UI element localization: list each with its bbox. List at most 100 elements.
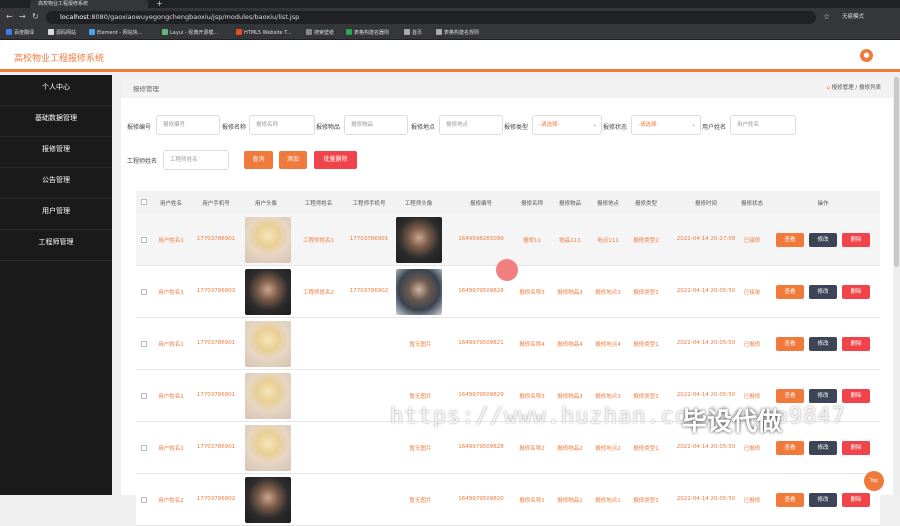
delete-button[interactable]: 删除: [842, 441, 870, 455]
cell-time: 2022-04-14 20:05:50: [676, 392, 736, 398]
delete-button[interactable]: 删除: [842, 389, 870, 403]
scrollbar-thumb[interactable]: [894, 77, 899, 267]
bookmark-item[interactable]: Layui - 经典开源模...: [162, 29, 218, 36]
cell-status: 已报修: [743, 342, 761, 348]
view-button[interactable]: 查看: [776, 233, 804, 247]
cell-phone: 17703786902: [196, 496, 236, 502]
url-field[interactable]: localhost:8080/gaoxiaowuyegongchengbaoxi…: [46, 11, 816, 24]
bookmark-item[interactable]: 表格构建名器则: [346, 29, 389, 36]
view-button[interactable]: 查看: [776, 389, 804, 403]
cell-time: 2022-04-14 20:05:50: [676, 444, 736, 450]
view-button[interactable]: 查看: [776, 337, 804, 351]
row-checkbox[interactable]: [141, 445, 147, 451]
breadcrumb: ⌂ 报修管理 / 报修列表: [826, 83, 881, 91]
user-name-input[interactable]: 用户姓名: [730, 115, 796, 135]
repair-name-input[interactable]: 报修名称: [249, 115, 315, 135]
bookmark-item[interactable]: 首页: [404, 29, 422, 36]
table-row[interactable]: 用户姓名2 17703786902 1649979509820 报修名称1 报修物品1 报…: [136, 474, 880, 526]
edit-button[interactable]: 修改: [809, 337, 837, 351]
bookmark-item[interactable]: HTML5 Website T...: [236, 29, 291, 36]
sidebar-item-engineers[interactable]: 工程师管理: [0, 230, 112, 261]
back-to-top-button[interactable]: Top: [864, 471, 884, 491]
filter-label-item: 报修物品: [316, 124, 341, 131]
repair-status-select[interactable]: -请选择- ⌄: [631, 115, 701, 135]
edit-button[interactable]: 修改: [809, 285, 837, 299]
back-icon[interactable]: ←: [6, 12, 13, 21]
bookmark-item[interactable]: 搜索壁纸: [306, 29, 334, 36]
cell-name: 报修名称3: [519, 394, 545, 400]
cell-type: 报修类型1: [633, 498, 659, 504]
sidebar-item-notice[interactable]: 公告管理: [0, 168, 112, 199]
delete-button[interactable]: 删除: [842, 233, 870, 247]
repair-no-input[interactable]: 报修编号: [156, 115, 220, 135]
breadcrumb-text: 报修管理 / 报修列表: [831, 85, 881, 91]
table-row[interactable]: 用户姓名1 17703786901 1649979509821 报修名称4 报修物品4 报…: [136, 318, 880, 370]
browser-tab[interactable]: 高校物业工程报修系统: [30, 0, 148, 8]
edit-button[interactable]: 修改: [809, 493, 837, 507]
delete-button[interactable]: 删除: [842, 337, 870, 351]
repair-status-value: -请选择-: [638, 122, 659, 128]
cell-name: 报修名称4: [519, 342, 545, 348]
cell-type: 报修类型1: [633, 342, 659, 348]
search-button[interactable]: 查询: [244, 151, 273, 169]
cell-item: 报修物品3: [557, 394, 583, 400]
cell-type: 报修类型2: [633, 394, 659, 400]
cell-name: 报修名称2: [519, 446, 545, 452]
bookmark-item[interactable]: 源码网站: [48, 29, 76, 36]
column-header: 报修时间: [694, 201, 717, 207]
view-button[interactable]: 查看: [776, 441, 804, 455]
user-avatar: [245, 425, 291, 471]
cell-status: 已报修: [743, 446, 761, 452]
sidebar-item-base-data[interactable]: 基础数据管理: [0, 106, 112, 137]
no-image-text: 暂无图片: [409, 394, 432, 400]
row-checkbox[interactable]: [141, 341, 147, 347]
column-header: 报修编号: [469, 201, 492, 207]
sidebar-item-repair[interactable]: 报修管理: [0, 137, 112, 168]
user-icon[interactable]: ●: [860, 49, 873, 62]
forward-icon[interactable]: →: [19, 12, 26, 21]
add-button[interactable]: 添加: [279, 151, 307, 169]
view-button[interactable]: 查看: [776, 493, 804, 507]
bookmark-item[interactable]: 表格构建名规则: [436, 29, 479, 36]
page-scrollbar[interactable]: [893, 75, 900, 495]
new-tab-icon[interactable]: +: [156, 0, 163, 8]
address-bar-area: ← → ↻ localhost:8080/gaoxiaowuyegongchen…: [0, 8, 900, 27]
select-all-checkbox[interactable]: [141, 199, 147, 205]
cell-item: 报修物品3: [557, 290, 583, 296]
engineer-name-input[interactable]: 工程师姓名: [163, 150, 229, 170]
cell-no: 1649979509821: [458, 340, 504, 346]
edit-button[interactable]: 修改: [809, 233, 837, 247]
sidebar-item-users[interactable]: 用户管理: [0, 199, 112, 230]
url-host: localhost: [60, 13, 90, 21]
cell-item: 报修物品2: [557, 446, 583, 452]
filter-label-name: 报修名称: [222, 124, 247, 131]
cursor-highlight: [496, 259, 518, 281]
repair-item-input[interactable]: 报修物品: [344, 115, 408, 135]
repair-type-select[interactable]: -请选择- ⌄: [532, 115, 602, 135]
edit-button[interactable]: 修改: [809, 389, 837, 403]
row-checkbox[interactable]: [141, 289, 147, 295]
repair-type-value: -请选择-: [539, 122, 560, 128]
repair-place-input[interactable]: 报修地点: [439, 115, 503, 135]
edit-button[interactable]: 修改: [809, 441, 837, 455]
cell-name: 报修11: [523, 238, 541, 244]
view-button[interactable]: 查看: [776, 285, 804, 299]
bookmark-item[interactable]: Element - 网站快...: [89, 29, 142, 36]
star-icon[interactable]: ☆: [823, 12, 830, 21]
batch-delete-button[interactable]: 批量删除: [314, 151, 357, 169]
bookmark-item[interactable]: 百度翻译: [6, 29, 34, 36]
home-icon[interactable]: ⌂: [826, 85, 830, 91]
table-header: 用户姓名 用户手机号 用户头像 工程师姓名 工程师手机号 工程师头像 报修编号 …: [136, 191, 880, 214]
row-checkbox[interactable]: [141, 393, 147, 399]
incognito-label[interactable]: 无痕模式: [842, 12, 864, 20]
sidebar-item-personal[interactable]: 个人中心: [0, 75, 112, 106]
row-checkbox[interactable]: [141, 237, 147, 243]
cell-phone: 17703786901: [196, 392, 236, 398]
no-image-text: 暂无图片: [409, 342, 432, 348]
delete-button[interactable]: 删除: [842, 493, 870, 507]
reload-icon[interactable]: ↻: [32, 12, 39, 21]
row-checkbox[interactable]: [141, 497, 147, 503]
cell-time: 2022-04-14 20:05:50: [676, 340, 736, 346]
delete-button[interactable]: 删除: [842, 285, 870, 299]
filter-label-engineer: 工程师姓名: [127, 158, 158, 165]
